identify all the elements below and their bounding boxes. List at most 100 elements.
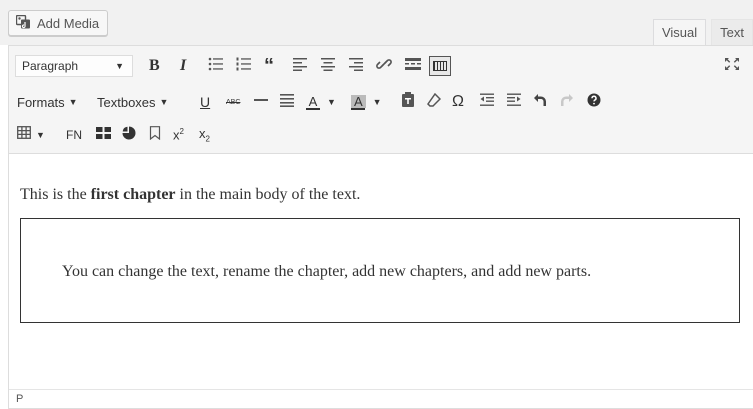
link-button[interactable] [376, 52, 392, 80]
outdent-icon [479, 93, 495, 112]
numbered-list-button[interactable] [236, 52, 252, 80]
align-center-button[interactable] [320, 52, 336, 80]
editor-tabs: Visual Text [648, 19, 753, 45]
align-left-button[interactable] [292, 52, 308, 80]
bold-icon: B [149, 57, 160, 74]
add-media-label: Add Media [37, 15, 100, 31]
background-color-button[interactable]: A ▼ [351, 88, 382, 116]
chevron-down-icon: ▼ [68, 97, 78, 107]
chevron-down-icon: ▼ [115, 61, 124, 71]
paste-as-text-icon [401, 92, 415, 112]
superscript-button[interactable]: x2 [173, 121, 184, 149]
redo-icon [560, 93, 574, 112]
toolbar-row-1: Paragraph ▼ B I “ [9, 52, 753, 80]
editor-content[interactable]: This is the first chapter in the main bo… [9, 154, 753, 389]
fullscreen-button[interactable] [724, 52, 740, 80]
background-color-glyph: A [351, 94, 366, 108]
chart-button[interactable] [122, 121, 136, 149]
justify-button[interactable] [279, 88, 295, 116]
textboxes-menu-button[interactable]: Textboxes ▼ [97, 88, 168, 116]
format-select-value: Paragraph [22, 59, 79, 73]
clear-formatting-icon [427, 92, 442, 112]
indent-icon [506, 93, 522, 112]
read-more-button[interactable] [404, 52, 422, 80]
layout-button[interactable] [96, 121, 111, 149]
numbered-list-icon [236, 57, 252, 76]
chart-icon [122, 126, 136, 145]
chevron-down-icon: ▼ [36, 130, 45, 140]
footnote-button[interactable]: FN [66, 121, 82, 149]
text-color-glyph: A [308, 93, 318, 109]
formats-label: Formats [17, 94, 65, 110]
chevron-down-icon: ▼ [327, 97, 336, 107]
editor-toolbar: Paragraph ▼ B I “ Formats ▼ Textboxes ▼ … [9, 46, 753, 154]
help-icon [587, 93, 601, 112]
fullscreen-icon [724, 57, 740, 76]
paragraph-text: This is the [20, 186, 91, 203]
add-media-button[interactable]: Add Media [8, 10, 109, 36]
blockquote-icon: “ [264, 55, 274, 77]
strikethrough-button[interactable]: ABC [226, 88, 240, 116]
horizontal-line-button[interactable] [254, 88, 268, 116]
special-character-icon: Ω [452, 93, 464, 110]
text-color-button[interactable]: A ▼ [306, 88, 336, 116]
toolbar-row-2: Formats ▼ Textboxes ▼ U ABC A ▼ A ▼ Ω [9, 88, 753, 116]
align-center-icon [320, 57, 336, 76]
italic-icon: I [180, 57, 187, 74]
special-character-button[interactable]: Ω [452, 88, 464, 116]
underline-icon: U [200, 94, 211, 110]
strikethrough-icon: ABC [226, 98, 241, 106]
text-color-icon: A [306, 95, 320, 110]
redo-button[interactable] [560, 88, 574, 116]
underline-button[interactable]: U [200, 88, 210, 116]
paragraph-format-select[interactable]: Paragraph ▼ [15, 55, 133, 77]
clear-formatting-button[interactable] [427, 88, 442, 116]
subscript-button[interactable]: x2 [199, 121, 210, 149]
indent-button[interactable] [506, 88, 522, 116]
align-right-button[interactable] [348, 52, 364, 80]
chapter-paragraph[interactable]: This is the first chapter in the main bo… [20, 186, 360, 204]
editor-topbar: Add Media Visual Text [0, 0, 753, 45]
table-button[interactable]: ▼ [17, 121, 45, 149]
formats-menu-button[interactable]: Formats ▼ [17, 88, 78, 116]
toolbar-toggle-icon [429, 56, 451, 76]
align-left-icon [292, 57, 308, 76]
bulleted-list-button[interactable] [208, 52, 224, 80]
align-right-icon [348, 57, 364, 76]
paragraph-bold-text: first chapter [90, 186, 176, 203]
bookmark-icon [149, 125, 161, 145]
horizontal-line-icon [254, 93, 268, 112]
textbox[interactable]: You can change the text, rename the chap… [20, 218, 740, 323]
element-path[interactable]: P [16, 393, 23, 405]
justify-icon [279, 93, 295, 112]
bold-button[interactable]: B [149, 52, 160, 80]
toolbar-toggle-button[interactable] [429, 52, 451, 80]
toolbar-row-3: ▼ FN x2 x2 [9, 121, 753, 149]
textbox-text: You can change the text, rename the chap… [62, 263, 592, 280]
subscript-icon: x2 [199, 125, 210, 144]
tab-text[interactable]: Text [711, 19, 753, 45]
chevron-down-icon: ▼ [159, 97, 169, 107]
paste-as-text-button[interactable] [401, 88, 415, 116]
textboxes-label: Textboxes [97, 94, 156, 110]
paragraph-text: in the main body of the text. [175, 186, 361, 203]
background-color-icon: A [351, 94, 366, 110]
chevron-down-icon: ▼ [372, 97, 382, 107]
blockquote-button[interactable]: “ [264, 52, 274, 80]
bookmark-button[interactable] [149, 121, 161, 149]
superscript-icon: x2 [173, 127, 184, 143]
italic-button[interactable]: I [180, 52, 186, 80]
help-button[interactable] [587, 88, 601, 116]
footnote-icon: FN [66, 128, 82, 142]
undo-icon [533, 93, 547, 112]
outdent-button[interactable] [479, 88, 495, 116]
link-icon [376, 56, 392, 77]
read-more-icon [404, 57, 422, 75]
media-icon [15, 14, 32, 32]
layout-icon [96, 126, 111, 144]
editor-frame: Paragraph ▼ B I “ Formats ▼ Textboxes ▼ … [8, 45, 753, 409]
tab-visual[interactable]: Visual [652, 19, 707, 45]
bulleted-list-icon [208, 57, 224, 76]
table-icon [17, 126, 31, 144]
undo-button[interactable] [533, 88, 547, 116]
